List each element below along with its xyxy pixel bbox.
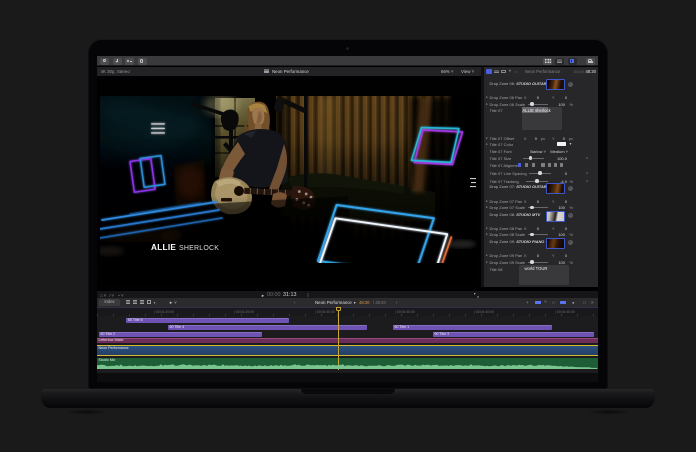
- svg-text:SHERLOCK: SHERLOCK: [179, 245, 219, 252]
- svg-text:ALLIE: ALLIE: [151, 243, 176, 252]
